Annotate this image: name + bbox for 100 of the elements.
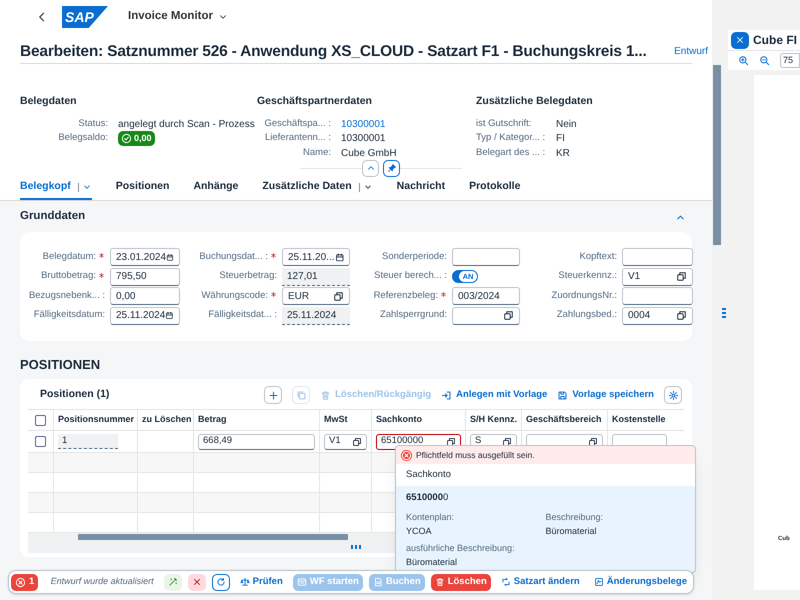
error-count-button[interactable]: 1 [11,574,38,590]
value-help-icon [333,290,344,302]
pin-icon [386,163,396,173]
readonly-field: 25.11.2024 [282,306,350,324]
column-header: Positionsnummer [58,413,134,426]
input-field[interactable] [622,287,693,305]
tab[interactable]: Nachricht [396,176,446,200]
field-label: Zahlsperrgrund: [380,308,447,322]
trash-icon [320,390,332,400]
resize-grip-icon[interactable] [351,545,361,549]
date-field[interactable]: 23.01.2024 [110,248,180,266]
field-label: Fälligkeitsdat... : [208,308,277,322]
field-label: Steuerkennz.: [558,269,617,284]
vertical-scrollbar[interactable] [712,0,722,600]
column-header: Betrag [198,413,227,426]
field-label: Bruttobetrag: [41,269,96,284]
field-label: Referenzbeleg: [374,288,438,303]
input-field[interactable]: 795,50 [110,268,180,286]
calendar-icon [165,310,174,321]
column-header: Geschäftsbereich [526,413,602,426]
field-label: Buchungsdat... : [199,250,268,264]
value-help-icon [352,436,362,446]
checkbox[interactable] [35,414,46,426]
toolbar-button[interactable]: Anlegen mit Vorlage [441,386,548,404]
reject-button[interactable] [188,574,206,590]
partner-link[interactable]: 10300001 [341,116,386,132]
input-field[interactable]: 0,00 [110,287,180,305]
footer-button[interactable]: Änderungsbelege [590,574,691,590]
table-title: Positionen (1) [40,387,110,402]
value-help-icon [503,310,514,321]
attribute-label: Beschreibung: [546,511,604,524]
field-label: Währungscode: [201,288,268,303]
value-help-icon [446,436,456,446]
field-label: Name: [302,146,331,160]
zoom-field[interactable]: 75 [780,53,800,68]
input-field[interactable] [622,248,693,266]
section-heading: POSITIONEN [20,356,100,373]
value-help-field[interactable] [452,306,520,324]
field-label: Lieferantenn... : [264,131,331,146]
calendar-icon [334,252,344,262]
refresh-button[interactable] [212,574,230,590]
value-help-field[interactable]: V1 [324,434,367,450]
suggestion-item[interactable]: 65100000 Kontenplan: YCOA Beschreibung: Büromaterial ausführliche Beschreibung: Büromaterial [396,486,695,572]
status-text: Entwurf [674,45,708,59]
field-label: Geschäftspa... : [263,116,331,131]
required-icon [270,291,277,298]
required-icon [440,291,447,298]
item-title: 65100000 [406,491,450,505]
workflow-icon [296,577,307,587]
field-label: Bezugsnebenk... : [28,288,105,303]
accept-button[interactable] [164,574,182,590]
readonly-field: 127,01 [282,268,350,286]
field-label: Sonderperiode: [382,250,447,264]
footer-button[interactable]: Satzart ändern [496,574,584,590]
zoom-out-button[interactable] [759,55,770,66]
field-label: Status: [77,116,108,131]
required-icon [98,272,105,278]
splitter-grip-icon[interactable] [722,308,726,318]
tab[interactable]: Zusätzliche Daten [262,176,373,200]
logo[interactable]: SAP [62,6,108,28]
close-icon [735,35,745,45]
add-button[interactable] [264,386,282,404]
value-help-field[interactable]: EUR [282,287,350,305]
toolbar-button[interactable]: Vorlage speichern [557,386,654,404]
tab[interactable]: Positionen [116,176,170,200]
value-help-icon [502,436,512,446]
column-header: Kostenstelle [612,413,666,426]
tab[interactable]: Anhänge [193,176,238,200]
field-label: Steuer berech... : [374,269,447,284]
date-field[interactable]: 25.11.2024 [110,306,180,324]
save-icon [557,390,568,400]
trash-icon [434,577,445,587]
field-label: Kopftext: [580,250,617,264]
date-field[interactable]: 25.11.20... [282,248,350,266]
field-label: Fälligkeitsdatum: [34,308,105,322]
value-help-field[interactable]: V1 [622,268,693,286]
footer-button[interactable]: Löschen [430,574,491,590]
attribute-label: ausführliche Beschreibung: [406,542,516,555]
close-button[interactable] [731,32,749,48]
attribute-label: Kontenplan: [406,511,456,524]
checkbox[interactable] [35,436,46,447]
input-field[interactable]: 668,49 [198,434,315,450]
footer-button[interactable]: Prüfen [236,574,287,590]
pin-header-button[interactable] [383,160,400,176]
value-help-field[interactable]: 0004 [622,306,693,324]
tab[interactable]: Protokolle [469,176,520,200]
error-icon [401,450,412,460]
field-value: 10300001 [341,132,386,146]
field-value: FI [556,132,565,146]
app-title-menu[interactable]: Invoice Monitor [128,8,228,26]
input-field[interactable]: 003/2024 [452,287,520,305]
zoom-in-button[interactable] [738,55,749,66]
column-header: MwSt [324,413,348,426]
settings-button[interactable] [664,386,682,404]
import-icon [441,390,452,400]
input-field[interactable] [452,248,520,266]
settings-icon [668,390,678,400]
document-icon [372,577,383,587]
field-label: Belegdatum: [42,250,96,264]
page-title: Bearbeiten: Satznummer 526 - Anwendung XS_CLOUD - Satzart F1 - Buchungskreis 1... [20,42,647,62]
